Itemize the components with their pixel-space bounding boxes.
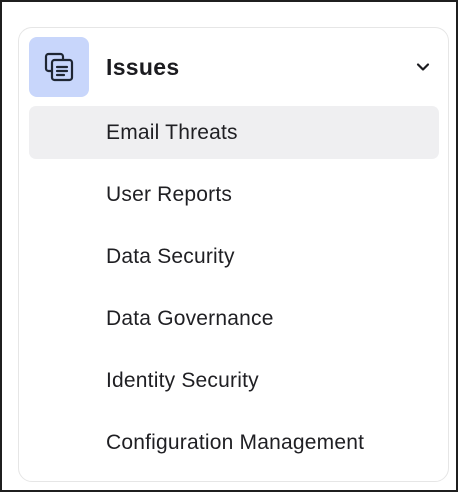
nav-section-card: Issues Email Threats User Reports Data S…	[18, 27, 449, 482]
nav-item-data-security[interactable]: Data Security	[29, 230, 439, 283]
nav-item-user-reports[interactable]: User Reports	[29, 168, 439, 221]
nav-item-label: User Reports	[106, 182, 233, 206]
nav-item-data-governance[interactable]: Data Governance	[29, 292, 439, 345]
nav-item-configuration-management[interactable]: Configuration Management	[29, 416, 439, 469]
nav-item-label: Configuration Management	[106, 430, 365, 454]
window-frame: Issues Email Threats User Reports Data S…	[0, 0, 458, 492]
nav-item-label: Data Security	[106, 244, 235, 268]
section-items: Email Threats User Reports Data Security…	[29, 106, 439, 478]
nav-item-identity-security[interactable]: Identity Security	[29, 354, 439, 407]
issues-icon	[29, 37, 89, 97]
section-title: Issues	[106, 53, 180, 80]
issues-section-header[interactable]: Issues	[29, 37, 439, 97]
nav-item-label: Identity Security	[106, 368, 259, 392]
nav-item-email-threats[interactable]: Email Threats	[29, 106, 439, 159]
nav-item-label: Email Threats	[106, 120, 238, 144]
chevron-down-icon[interactable]	[413, 57, 433, 77]
nav-item-label: Data Governance	[106, 306, 274, 330]
